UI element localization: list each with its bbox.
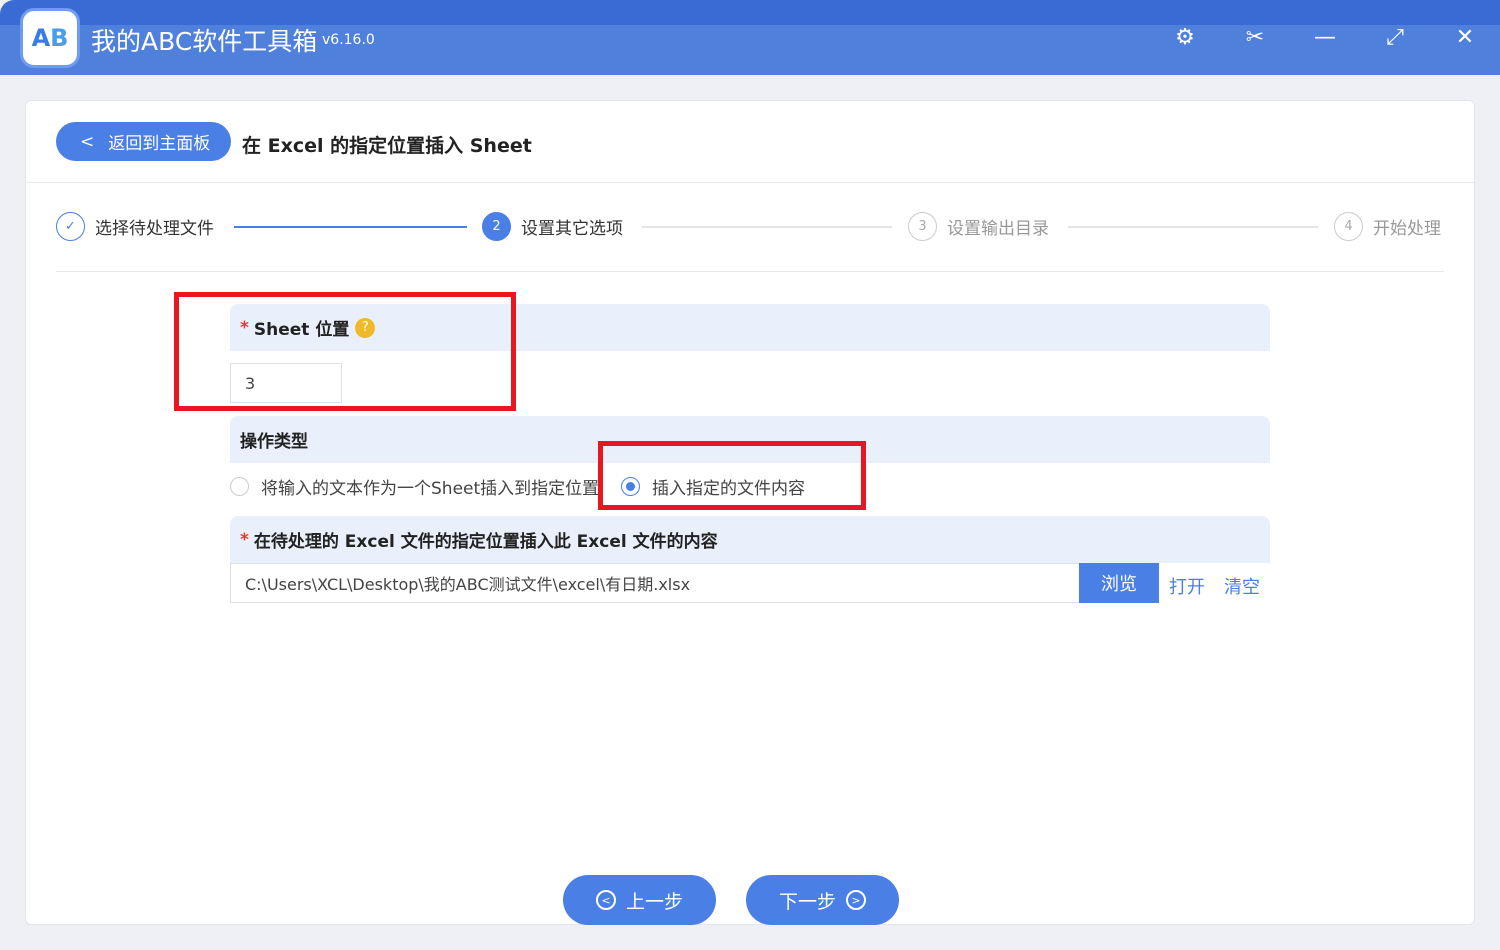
- radio-insert-text[interactable]: 将输入的文本作为一个Sheet插入到指定位置: [230, 474, 599, 499]
- scissors-icon[interactable]: ✂: [1240, 24, 1270, 52]
- operation-type-label: 操作类型: [240, 432, 308, 452]
- page-title: 在 Excel 的指定位置插入 Sheet: [242, 135, 532, 157]
- chevron-right-circle-icon: >: [846, 890, 866, 910]
- next-label: 下一步: [778, 890, 836, 913]
- next-step-button[interactable]: 下一步 >: [746, 875, 899, 925]
- step-label: 开始处理: [1373, 219, 1441, 239]
- step-label: 设置其它选项: [521, 219, 623, 239]
- file-header: * 在待处理的 Excel 文件的指定位置插入此 Excel 文件的内容: [230, 516, 1270, 563]
- prev-step-button[interactable]: < 上一步: [563, 875, 716, 925]
- step-label: 选择待处理文件: [95, 219, 214, 239]
- step-connector: [642, 226, 892, 228]
- divider: [56, 271, 1444, 272]
- step-connector: [234, 226, 467, 228]
- step-number: 3: [908, 212, 937, 241]
- step-label: 设置输出目录: [947, 219, 1049, 239]
- required-mark: *: [240, 529, 249, 550]
- chevron-left-circle-icon: <: [595, 890, 616, 910]
- highlight-box: [598, 441, 866, 510]
- divider: [26, 182, 1474, 183]
- step-connector: [1068, 226, 1318, 228]
- prev-label: 上一步: [625, 890, 683, 913]
- file-path-input[interactable]: C:\Users\XCL\Desktop\我的ABC测试文件\excel\有日期…: [230, 563, 1080, 603]
- chevron-left-icon: <: [80, 131, 95, 152]
- step-3: 3 设置输出目录: [908, 212, 1049, 241]
- open-link[interactable]: 打开: [1169, 573, 1205, 599]
- step-number: 4: [1334, 212, 1363, 241]
- radio-label: 将输入的文本作为一个Sheet插入到指定位置: [261, 479, 600, 499]
- back-label: 返回到主面板: [108, 134, 211, 154]
- check-icon: ✓: [56, 212, 85, 241]
- step-1: ✓ 选择待处理文件: [56, 212, 214, 241]
- radio-icon[interactable]: [230, 477, 249, 496]
- app-version: v6.16.0: [322, 32, 375, 48]
- highlight-box: [174, 292, 516, 411]
- app-logo: AB: [20, 8, 80, 68]
- app-title: 我的ABC软件工具箱: [91, 27, 318, 56]
- browse-button[interactable]: 浏览: [1079, 563, 1159, 603]
- step-2: 2 设置其它选项: [482, 212, 623, 241]
- back-to-main-button[interactable]: < 返回到主面板: [56, 122, 231, 161]
- close-icon[interactable]: ✕: [1450, 24, 1480, 52]
- step-number: 2: [482, 212, 511, 241]
- step-4: 4 开始处理: [1334, 212, 1441, 241]
- minimize-icon[interactable]: —: [1310, 24, 1340, 52]
- clear-link[interactable]: 清空: [1224, 573, 1260, 599]
- main-panel: [25, 100, 1475, 925]
- maximize-icon[interactable]: ⤢: [1380, 24, 1410, 52]
- file-label: 在待处理的 Excel 文件的指定位置插入此 Excel 文件的内容: [253, 532, 718, 552]
- settings-icon[interactable]: ⚙: [1170, 24, 1200, 52]
